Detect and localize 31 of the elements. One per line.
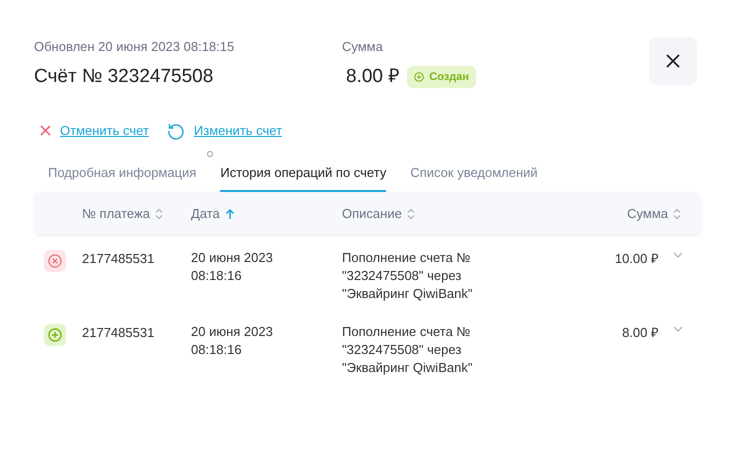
table-cell-text: 10.00 ₽ [614,250,659,268]
table-cell-text: 2177485531 [82,324,156,342]
sort-icon[interactable] [406,208,415,220]
updated-timestamp: Обновлен 20 июня 2023 08:18:15 [34,38,236,56]
amount-label: Сумма [342,38,384,56]
table-cell-text: 20 июня 2023 08:18:16 [191,323,274,359]
close-icon [40,125,51,136]
expand-button[interactable] [673,252,683,258]
expand-button[interactable] [673,326,683,332]
sort-icon[interactable] [154,208,163,220]
action-link[interactable]: Отменить счет [60,121,149,140]
close-button[interactable] [649,37,697,85]
column-header[interactable]: Описание [342,204,402,224]
undo-icon [166,122,185,140]
invoice-amount: 8.00 ₽ [346,64,400,88]
sort-icon[interactable] [673,208,681,220]
status-badge: Создан [407,66,476,88]
table-cell-text: Пополнение счета № "3232475508" через "Эквайринг QiwiBank" [342,249,474,303]
table-cell-text: Пополнение счета № "3232475508" через "Эквайринг QiwiBank" [342,323,474,377]
table-cell-text: 20 июня 2023 08:18:16 [191,249,274,285]
column-header[interactable]: Дата [191,204,220,224]
tab[interactable]: Список уведомлений [410,162,538,192]
table-cell-text: 2177485531 [82,250,156,268]
action-link[interactable]: Изменить счет [194,121,282,140]
column-header[interactable]: Сумма [627,204,668,224]
invoice-title: Счёт № 3232475508 [34,64,214,88]
sort-up-icon[interactable] [224,208,235,220]
column-header[interactable]: № платежа [82,204,150,224]
tab[interactable]: Подробная информация [48,162,196,192]
table-cell-text: 8.00 ₽ [621,324,659,342]
close-icon [665,53,681,69]
